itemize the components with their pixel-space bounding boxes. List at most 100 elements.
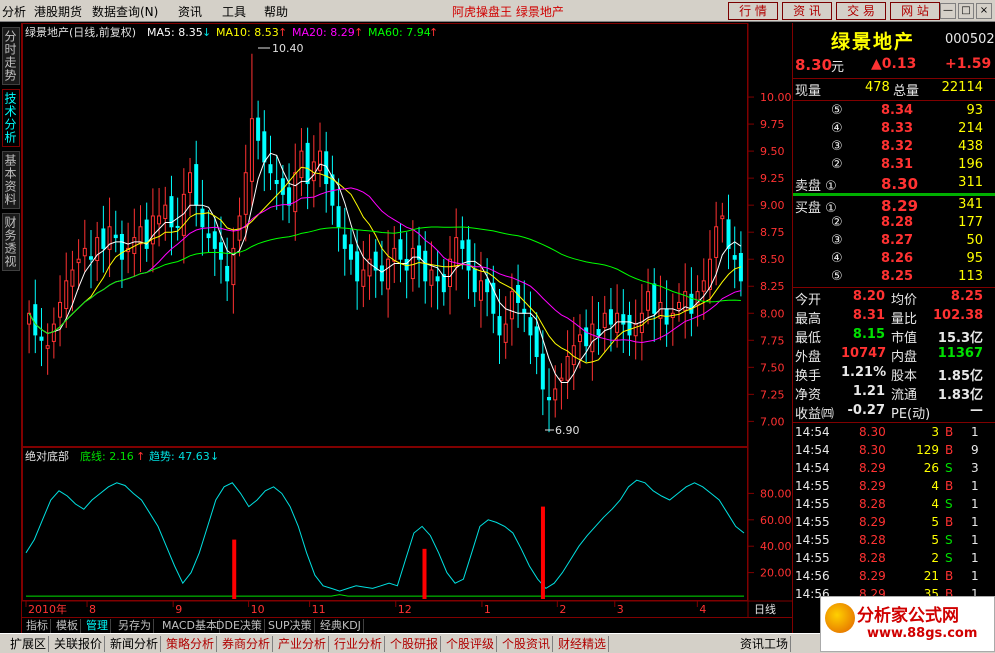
candle-body (559, 377, 564, 381)
close-icon[interactable]: × (976, 3, 992, 19)
trade-button[interactable]: 交 易 (836, 2, 886, 20)
tab-sup-decision[interactable]: SUP决策 (266, 619, 315, 633)
candle-body (503, 323, 508, 343)
buy-level-row[interactable]: 买盘 ① 8.29 341 (793, 197, 995, 216)
tick-row[interactable]: 14:54 8.30 129 B 9 (793, 443, 995, 461)
sell-level-label: ③ (831, 139, 843, 154)
stat-value: 1.21% (841, 365, 887, 380)
news-button[interactable]: 资 讯 (782, 2, 832, 20)
chart-area[interactable]: 10.00 9.75 9.50 9.25 9.00 8.75 8.50 8.25 8.00 7.7… (22, 23, 792, 617)
tick-time: 14:55 (795, 533, 830, 547)
candle-body (299, 150, 304, 179)
tab-stock-rating[interactable]: 个股评级 (444, 636, 498, 652)
tab-indicator[interactable]: 指标 (24, 619, 51, 633)
tab-sector-analysis[interactable]: 行业分析 (332, 636, 386, 652)
sell-level-row[interactable]: ⑤ 8.34 93 (793, 103, 995, 121)
price-tick-label: 9.25 (760, 172, 785, 185)
tab-broker-analysis[interactable]: 券商分析 (220, 636, 274, 652)
ma60-arrow-icon: ↑ (429, 26, 438, 39)
stock-name: 绿景地产 (831, 31, 916, 53)
tick-row[interactable]: 14:54 8.30 3 B 1 (793, 425, 995, 443)
tab-info-workshop[interactable]: 资讯工场 (738, 636, 792, 652)
tick-volume: 26 (923, 461, 939, 475)
tab-fundamentals[interactable]: 基本资料 (2, 151, 20, 209)
candle-body (577, 334, 582, 343)
tab-stock-research[interactable]: 个股研报 (388, 636, 442, 652)
sell-level-row[interactable]: ④ 8.33 214 (793, 121, 995, 139)
candle-body (311, 161, 316, 182)
base-line-legend: 底线: 2.16 (80, 449, 134, 463)
tick-row[interactable]: 14:56 8.29 21 B 1 (793, 569, 995, 587)
candle-body (113, 234, 118, 239)
tick-row[interactable]: 14:55 8.28 2 S 1 (793, 551, 995, 569)
tab-intraday[interactable]: 分时走势 (2, 27, 20, 85)
tick-time: 14:55 (795, 551, 830, 565)
candle-body (336, 206, 341, 228)
candle-body (348, 244, 353, 260)
quote-button[interactable]: 行 情 (728, 2, 778, 20)
tick-row[interactable]: 14:54 8.29 26 S 3 (793, 461, 995, 479)
menu-help[interactable]: 帮助 (264, 3, 288, 20)
tick-count: 3 (971, 461, 979, 475)
candle-body (268, 164, 273, 174)
tab-news-analysis[interactable]: 新闻分析 (108, 636, 162, 652)
buy-level-row[interactable]: ② 8.28 177 (793, 215, 995, 233)
tab-macd-basic[interactable]: MACD基本 (160, 619, 220, 633)
tick-row[interactable]: 14:55 8.28 5 S 1 (793, 533, 995, 551)
buy-level-label: ② (831, 215, 843, 230)
stat-label: 均价 (891, 293, 918, 308)
buy-level-row[interactable]: ④ 8.26 95 (793, 251, 995, 269)
buy-level-row[interactable]: ⑤ 8.25 113 (793, 269, 995, 287)
candle-body (206, 233, 211, 239)
website-button[interactable]: 网 站 (890, 2, 940, 20)
tab-extension[interactable]: 扩展区 (8, 636, 50, 652)
tab-finance-picks[interactable]: 财经精选 (556, 636, 610, 652)
price-tick-label: 10.00 (760, 91, 792, 104)
candle-body (423, 250, 428, 282)
candle-body (262, 131, 267, 163)
tab-stock-news[interactable]: 个股资讯 (500, 636, 554, 652)
period-label[interactable]: 日线 (754, 602, 776, 616)
tick-time: 14:55 (795, 515, 830, 529)
tab-strategy-analysis[interactable]: 策略分析 (164, 636, 218, 652)
tab-save-as[interactable]: 另存为 (116, 619, 154, 633)
maximize-icon[interactable]: □ (958, 3, 974, 19)
tab-dde-decision[interactable]: DDE决策 (214, 619, 265, 633)
tab-technical[interactable]: 技术分析 (2, 89, 20, 147)
sell-level-volume: 214 (958, 121, 983, 136)
buy-level-row[interactable]: ③ 8.27 50 (793, 233, 995, 251)
indicator-tick-label: 40.00 (760, 540, 792, 553)
tick-price: 8.28 (859, 551, 886, 565)
tick-price: 8.30 (859, 443, 886, 457)
candle-body (82, 247, 87, 257)
minimize-icon[interactable]: — (940, 3, 956, 19)
tick-row[interactable]: 14:55 8.28 4 S 1 (793, 497, 995, 515)
tab-template[interactable]: 模板 (54, 619, 81, 633)
menu-data-query[interactable]: 数据查询(N) (92, 3, 158, 20)
sell-level-label: 卖盘 ① (795, 179, 837, 194)
menu-news[interactable]: 资讯 (178, 3, 202, 20)
stock-header: 绿景地产 000502 (793, 27, 995, 53)
tab-related-quotes[interactable]: 关联报价 (52, 636, 106, 652)
tick-count: 1 (971, 497, 979, 511)
menu-tools[interactable]: 工具 (222, 3, 246, 20)
sell-level-row[interactable]: ② 8.31 196 (793, 157, 995, 175)
menu-analysis[interactable]: 分析 (2, 3, 26, 20)
candle-body (677, 301, 682, 310)
candle-body (101, 228, 106, 249)
tab-financials[interactable]: 财务透视 (2, 213, 20, 271)
tab-classic-kdj[interactable]: 经典KDJ (318, 619, 364, 633)
sell-level-row[interactable]: 卖盘 ① 8.30 311 (793, 175, 995, 194)
candle-body (732, 255, 737, 260)
tick-row[interactable]: 14:55 8.29 4 B 1 (793, 479, 995, 497)
candle-body (200, 208, 205, 228)
tab-industry-chain[interactable]: 产业分析 (276, 636, 330, 652)
tab-manage[interactable]: 管理 (84, 619, 111, 633)
sell-level-row[interactable]: ③ 8.32 438 (793, 139, 995, 157)
candle-body (225, 265, 230, 282)
menu-hk-futures[interactable]: 港股期货 (34, 3, 82, 20)
candle-body (633, 323, 638, 337)
tick-time: 14:56 (795, 569, 830, 583)
stat-value: 1.21 (852, 384, 885, 399)
tick-row[interactable]: 14:55 8.29 5 B 1 (793, 515, 995, 533)
